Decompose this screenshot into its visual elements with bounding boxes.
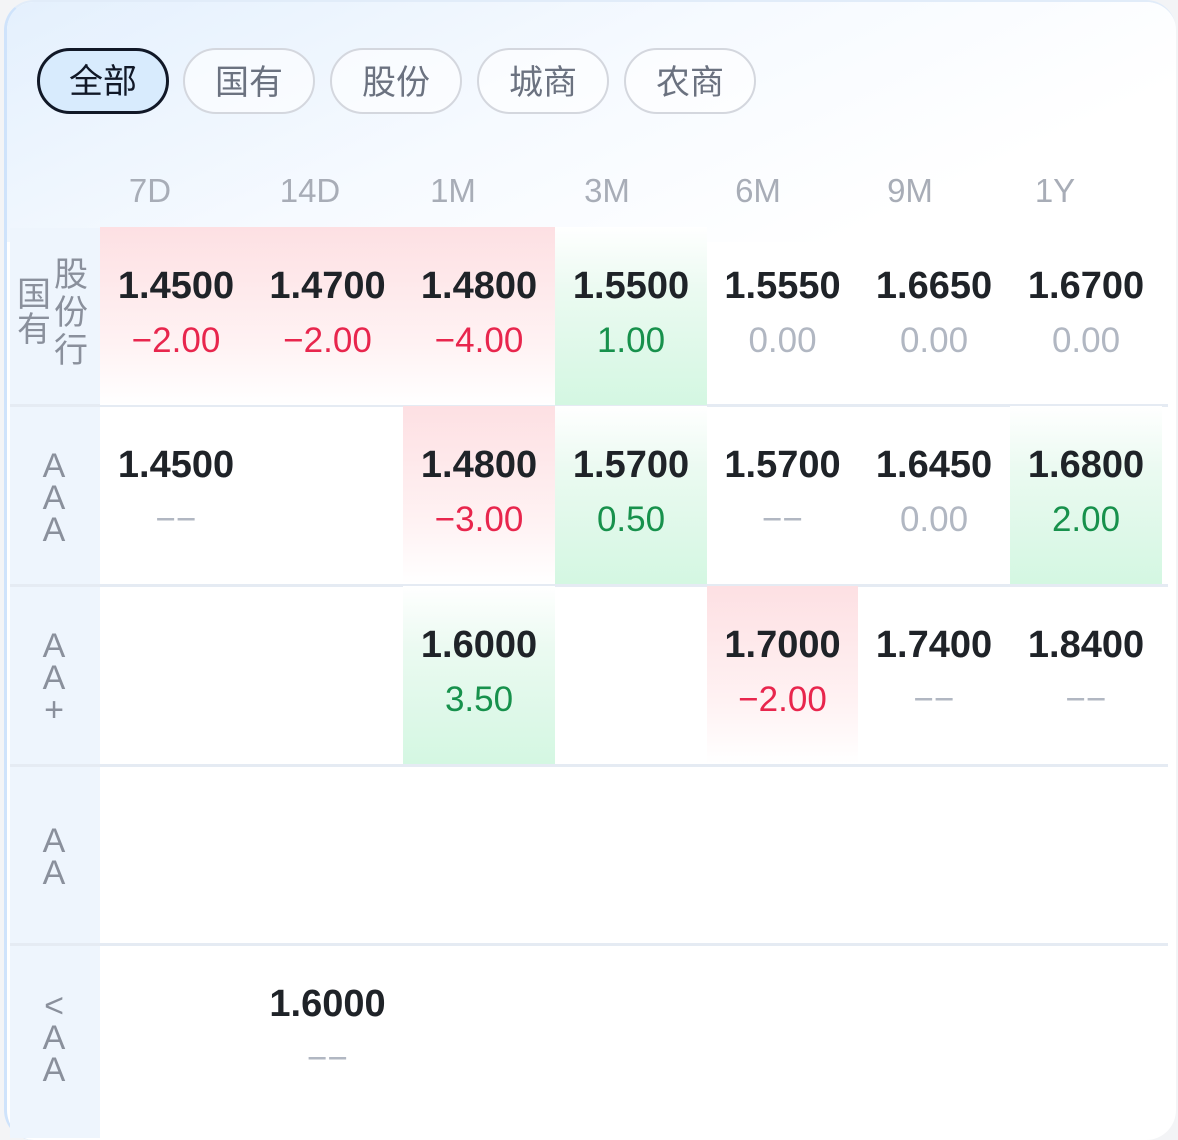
rate-cell[interactable]: 1.6450 0.00 xyxy=(858,406,1010,584)
rate-value: 1.5500 xyxy=(572,265,690,307)
rate-value: 1.5700 xyxy=(572,444,690,486)
rate-cell[interactable]: 1.7400 −− xyxy=(858,586,1010,764)
rate-change: −− xyxy=(913,680,955,719)
row-label-char: A xyxy=(42,447,66,485)
rate-change: 1.00 xyxy=(596,321,666,360)
rate-change: −2.00 xyxy=(131,321,221,360)
rate-cell[interactable]: 1.6000 −− xyxy=(252,945,403,1123)
rate-value: 1.7400 xyxy=(875,624,993,666)
row-label-char: A xyxy=(42,659,66,697)
row-label-char: 份 xyxy=(54,294,88,332)
rate-value: 1.6000 xyxy=(269,983,386,1025)
term-header-1y: 1Y xyxy=(1034,172,1076,209)
row-label-char: A xyxy=(42,479,66,517)
rate-change: 0.00 xyxy=(899,321,969,360)
rate-change: −− xyxy=(307,1039,348,1078)
row-label-char: A xyxy=(42,854,66,892)
rate-change: 3.50 xyxy=(444,680,514,719)
rate-cell[interactable]: 1.4800 −3.00 xyxy=(403,406,555,584)
term-header-14d: 14D xyxy=(279,172,341,209)
row-label-char: + xyxy=(44,691,64,729)
rate-change: −2.00 xyxy=(738,680,827,719)
rate-cell[interactable]: 1.8400 −− xyxy=(1010,586,1162,764)
row-label-aa[interactable]: A A xyxy=(34,822,74,892)
rate-value: 1.4500 xyxy=(117,444,235,486)
rate-value: 1.5550 xyxy=(724,265,841,307)
row-label-char: A xyxy=(42,511,66,549)
rate-cell[interactable]: 1.4800 −4.00 xyxy=(403,227,555,405)
tab-state-owned[interactable]: 国有 xyxy=(183,48,315,114)
rate-change: 0.00 xyxy=(1051,321,1121,360)
tab-city-commercial[interactable]: 城商 xyxy=(477,48,609,114)
tab-all[interactable]: 全部 xyxy=(37,48,169,114)
term-header-9m: 9M xyxy=(887,172,933,209)
rate-value: 1.6650 xyxy=(875,265,993,307)
rate-cell[interactable]: 1.6650 0.00 xyxy=(858,227,1010,405)
row-label-char: 有 xyxy=(17,311,51,349)
term-header-1m: 1M xyxy=(430,172,476,209)
rate-cell[interactable]: 1.5550 0.00 xyxy=(707,227,858,405)
row-label-char: < xyxy=(44,987,64,1025)
row-label-below-aa[interactable]: < A A xyxy=(34,987,74,1089)
rate-change: −− xyxy=(762,500,803,539)
rate-value: 1.6450 xyxy=(875,444,993,486)
row-label-char: 股 xyxy=(54,256,88,294)
rate-value: 1.4500 xyxy=(117,265,235,307)
rate-cell[interactable]: 1.5700 0.50 xyxy=(555,406,707,584)
row-label-char: A xyxy=(42,1051,66,1089)
row-divider xyxy=(10,764,1168,767)
row-label-char: 行 xyxy=(54,332,88,370)
rate-cell[interactable]: 1.6000 3.50 xyxy=(403,586,555,764)
rate-cell[interactable]: 1.4500 −2.00 xyxy=(100,227,252,405)
rate-cell[interactable]: 1.5500 1.00 xyxy=(555,227,707,405)
rate-change: 0.00 xyxy=(899,500,969,539)
rate-cell[interactable]: 1.7000 −2.00 xyxy=(707,586,858,764)
rate-change: −3.00 xyxy=(434,500,524,539)
rate-value: 1.6800 xyxy=(1027,444,1145,486)
rate-cell[interactable]: 1.6800 2.00 xyxy=(1010,406,1162,584)
rate-change: −4.00 xyxy=(434,321,524,360)
row-label-state-owned-joint-stock[interactable]: 国 有 xyxy=(14,276,54,349)
rate-cell[interactable]: 1.6700 0.00 xyxy=(1010,227,1162,405)
rate-change: −− xyxy=(1065,680,1107,719)
rate-value: 1.6000 xyxy=(420,624,538,666)
rate-cell[interactable]: 1.5700 −− xyxy=(707,406,858,584)
rate-cell[interactable]: 1.4700 −2.00 xyxy=(252,227,403,405)
rate-change: −2.00 xyxy=(283,321,372,360)
rate-value: 1.6700 xyxy=(1027,265,1145,307)
rate-value: 1.4700 xyxy=(269,265,386,307)
row-label-char: A xyxy=(42,1019,66,1057)
rate-value: 1.8400 xyxy=(1027,624,1145,666)
row-label-char: A xyxy=(42,627,66,665)
tab-joint-stock[interactable]: 股份 xyxy=(330,48,462,114)
rate-cell[interactable]: 1.4500 −− xyxy=(100,406,252,584)
rate-change: 0.50 xyxy=(596,500,666,539)
rate-value: 1.7000 xyxy=(724,624,841,666)
term-header-3m: 3M xyxy=(584,172,630,209)
rate-change: 2.00 xyxy=(1051,500,1121,539)
term-header-6m: 6M xyxy=(735,172,781,209)
row-label-aaa[interactable]: A A A xyxy=(34,447,74,549)
row-label-char: 国 xyxy=(17,276,51,314)
tab-rural-commercial[interactable]: 农商 xyxy=(624,48,756,114)
row-label-aa-plus[interactable]: A A + xyxy=(34,627,74,729)
row-divider xyxy=(10,943,1168,946)
rate-change: −− xyxy=(155,500,197,539)
rate-change: 0.00 xyxy=(748,321,817,360)
term-header-7d: 7D xyxy=(128,172,172,209)
row-label-joint-stock-part: 股 份 行 xyxy=(50,256,92,370)
rate-value: 1.5700 xyxy=(724,444,841,486)
rate-value: 1.4800 xyxy=(420,444,538,486)
rate-value: 1.4800 xyxy=(420,265,538,307)
row-label-char: A xyxy=(42,822,66,860)
